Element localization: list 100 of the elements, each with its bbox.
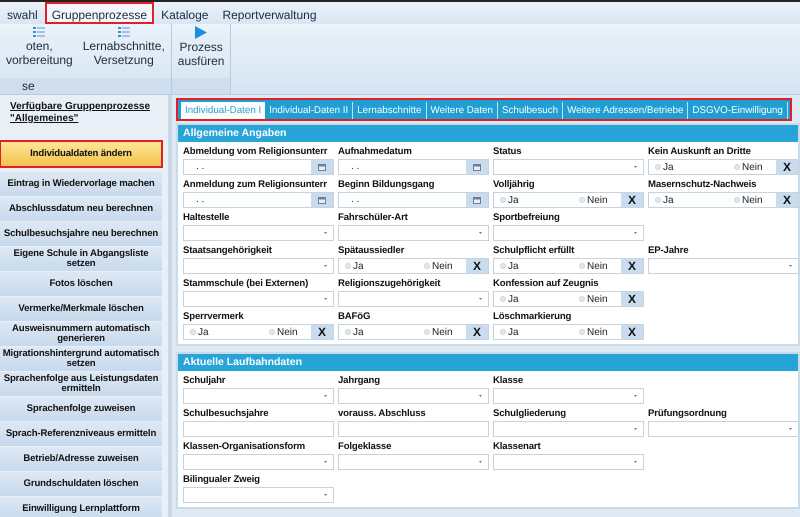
process-button[interactable]: Sprachenfolge zuweisen: [0, 397, 162, 421]
radio-button[interactable]: [579, 263, 585, 269]
date-field[interactable]: . .: [183, 159, 334, 175]
process-button[interactable]: Fotos löschen: [0, 272, 162, 296]
radio-label: Ja: [508, 326, 519, 338]
field-label: Stammschule (bei Externen): [183, 278, 308, 291]
dropdown-field[interactable]: [183, 225, 334, 241]
dropdown-field[interactable]: [183, 487, 334, 503]
field-label: Masernschutz-Nachweis: [648, 179, 756, 192]
radio-label: Nein: [277, 326, 298, 338]
clear-button[interactable]: X: [621, 292, 643, 306]
group-label: se: [0, 78, 171, 94]
date-field[interactable]: . .: [183, 192, 334, 208]
clear-button[interactable]: X: [621, 193, 643, 207]
process-button[interactable]: Vermerke/Merkmale löschen: [0, 297, 162, 321]
radio-button[interactable]: [500, 296, 506, 302]
caret-icon: [479, 232, 482, 234]
caret-icon: [634, 232, 637, 234]
radio-button[interactable]: [579, 329, 585, 335]
process-button[interactable]: Betrieb/Adresse zuweisen: [0, 447, 162, 471]
menu-item[interactable]: Gruppenprozesse: [44, 2, 154, 24]
calendar-button[interactable]: [466, 160, 488, 174]
dropdown-field[interactable]: [183, 258, 334, 274]
process-button[interactable]: Sprachenfolge aus Leistungsdaten ermitteln: [0, 372, 162, 396]
process-button[interactable]: Ausweisnummern automatisch generieren: [0, 322, 162, 346]
radio-button[interactable]: [345, 329, 351, 335]
ribbon-button[interactable]: oten, vorbereitung: [6, 26, 73, 67]
process-button[interactable]: Migrationshintergrund automatisch setzen: [0, 347, 162, 371]
process-button[interactable]: Grundschuldaten löschen: [0, 472, 162, 496]
dropdown-field[interactable]: [648, 258, 799, 274]
caret-icon: [324, 395, 327, 397]
radio-button[interactable]: [500, 263, 506, 269]
radio-button[interactable]: [655, 197, 661, 203]
radio-button[interactable]: [579, 296, 585, 302]
caret-icon: [634, 461, 637, 463]
clear-button[interactable]: X: [776, 193, 798, 207]
radio-button[interactable]: [500, 197, 506, 203]
calendar-button[interactable]: [466, 193, 488, 207]
field-label: Prüfungsordnung: [648, 408, 727, 421]
dropdown-field[interactable]: [183, 388, 334, 404]
dropdown-field[interactable]: [648, 421, 799, 437]
radio-label: Ja: [198, 326, 209, 338]
ribbon-button[interactable]: Lernabschnitte, Versetzung: [82, 26, 165, 67]
field-label: Konfession auf Zeugnis: [493, 278, 598, 291]
process-button[interactable]: Eintrag in Wiedervorlage machen: [0, 172, 162, 196]
text-field[interactable]: [338, 421, 489, 437]
date-field[interactable]: . .: [338, 159, 489, 175]
section-header: Allgemeine Angaben: [178, 125, 798, 142]
dropdown-field[interactable]: [183, 291, 334, 307]
caret-icon: [479, 461, 482, 463]
dropdown-field[interactable]: [338, 225, 489, 241]
radio-button[interactable]: [734, 164, 740, 170]
process-button[interactable]: Sprach-Referenzniveaus ermitteln: [0, 422, 162, 446]
dropdown-field[interactable]: [338, 454, 489, 470]
date-field[interactable]: . .: [338, 192, 489, 208]
radio-label: Nein: [742, 194, 763, 206]
field-label: Klassenart: [493, 441, 541, 454]
dropdown-field[interactable]: [338, 388, 489, 404]
radio-label: Ja: [663, 162, 674, 172]
play-icon: [195, 26, 208, 39]
field-label: Religionszugehörigkeit: [338, 278, 440, 291]
dropdown-field[interactable]: [493, 454, 644, 470]
process-button[interactable]: Individualdaten ändern: [0, 141, 162, 167]
menu-item[interactable]: Kataloge: [154, 2, 216, 24]
dropdown-field[interactable]: [493, 159, 644, 175]
radio-button[interactable]: [579, 197, 585, 203]
calendar-button[interactable]: [311, 193, 333, 207]
process-button[interactable]: Abschlussdatum neu berechnen: [0, 197, 162, 221]
dropdown-field[interactable]: [338, 291, 489, 307]
process-button[interactable]: Schulbesuchsjahre neu berechnen: [0, 222, 162, 246]
dropdown-field[interactable]: [493, 225, 644, 241]
radio-button[interactable]: [269, 329, 275, 335]
menu-item[interactable]: swahl: [0, 2, 45, 24]
radio-label: Nein: [587, 326, 608, 338]
radio-label: Nein: [432, 326, 453, 338]
radio-button[interactable]: [500, 329, 506, 335]
radio-button[interactable]: [424, 263, 430, 269]
clear-button[interactable]: X: [776, 160, 798, 174]
radio-button[interactable]: [734, 197, 740, 203]
calendar-button[interactable]: [311, 160, 333, 174]
dropdown-field[interactable]: [493, 421, 644, 437]
clear-button[interactable]: X: [621, 325, 643, 339]
clear-button[interactable]: X: [621, 259, 643, 273]
clear-button[interactable]: X: [466, 259, 488, 273]
ribbon-button[interactable]: Prozess ausfüren: [178, 26, 224, 68]
radio-button[interactable]: [655, 164, 661, 170]
menu-item[interactable]: Reportverwaltung: [215, 2, 324, 24]
process-button[interactable]: Eigene Schule in Abgangsliste setzen: [0, 247, 162, 271]
field-label: Spätaussiedler: [338, 245, 404, 258]
clear-button[interactable]: X: [311, 325, 333, 339]
caret-icon: [634, 395, 637, 397]
dropdown-field[interactable]: [493, 388, 644, 404]
dropdown-field[interactable]: [183, 454, 334, 470]
text-field[interactable]: [183, 421, 334, 437]
radio-button[interactable]: [345, 263, 351, 269]
process-button[interactable]: Einwilligung Lernplattform: [0, 497, 162, 517]
radio-button[interactable]: [190, 329, 196, 335]
radio-button[interactable]: [424, 329, 430, 335]
clear-button[interactable]: X: [466, 325, 488, 339]
radio-label: Nein: [742, 162, 763, 172]
